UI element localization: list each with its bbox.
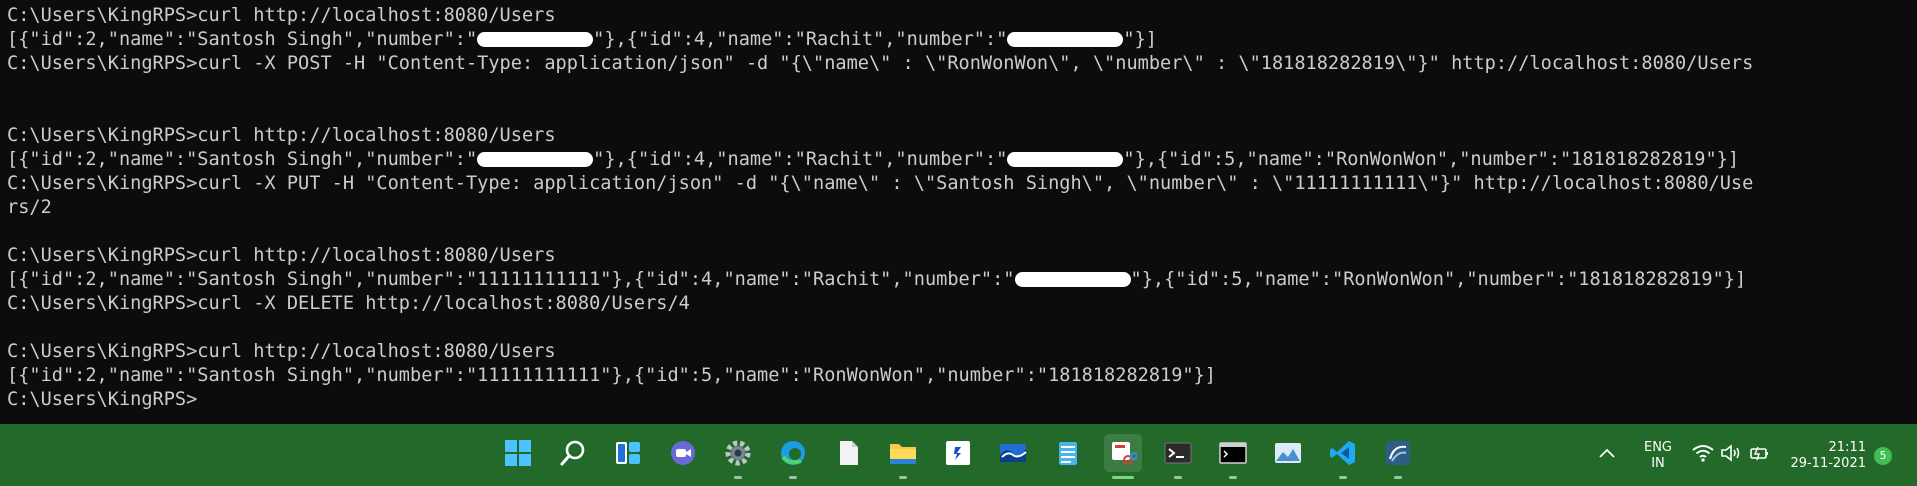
show-hidden-icons-button[interactable] [1594, 434, 1620, 472]
terminal-line: [{"id":2,"name":"Santosh Singh","number"… [7, 268, 1746, 292]
terminal-line: C:\Users\KingRPS>curl http://localhost:8… [7, 341, 556, 362]
running-indicator [1174, 476, 1182, 479]
running-indicator [789, 476, 797, 479]
line-text: "},{"id":5,"name":"RonWonWon","number":"… [1130, 269, 1747, 290]
terminal-line: rs/2 [7, 197, 52, 218]
edge-icon [781, 441, 805, 465]
running-indicator [899, 476, 907, 479]
chat-icon [671, 441, 695, 465]
line-text: "},{"id":5,"name":"RonWonWon","number":"… [1123, 149, 1740, 170]
vscode-button[interactable] [1324, 434, 1362, 472]
app-icon-2 [1386, 441, 1410, 465]
line-text: [{"id":2,"name":"Santosh Singh","number"… [7, 269, 1015, 290]
settings-button[interactable] [719, 434, 757, 472]
notification-badge[interactable]: 5 [1874, 447, 1892, 465]
file-explorer-button[interactable] [884, 434, 922, 472]
clock-date: 29-11-2021 [1790, 456, 1866, 471]
clock-time: 21:11 [1828, 440, 1866, 455]
region-code: IN [1651, 456, 1665, 471]
volume-icon [1721, 444, 1740, 462]
notepad-icon [1059, 442, 1077, 465]
cmd-button[interactable] [1214, 434, 1252, 472]
redaction-mark [1014, 272, 1131, 287]
snipping-tool-button[interactable] [1104, 434, 1142, 472]
app-button-2[interactable] [1379, 434, 1417, 472]
terminal-line: C:\Users\KingRPS>curl http://localhost:8… [7, 5, 556, 26]
mail-button[interactable] [994, 434, 1032, 472]
terminal-prompt[interactable]: C:\Users\KingRPS> [7, 388, 197, 412]
running-indicator [1339, 476, 1347, 479]
terminal-line: C:\Users\KingRPS>curl http://localhost:8… [7, 245, 556, 266]
redaction-mark [477, 152, 594, 167]
app-icon [946, 441, 970, 465]
search-icon [560, 440, 585, 466]
terminal-line: C:\Users\KingRPS>curl -X DELETE http://l… [7, 293, 690, 314]
start-button[interactable] [499, 434, 537, 472]
running-indicator [734, 476, 742, 479]
file-icon [840, 441, 858, 465]
terminal-window[interactable]: C:\Users\KingRPS>curl http://localhost:8… [0, 0, 1917, 424]
terminal-button[interactable] [1159, 434, 1197, 472]
line-text: [{"id":2,"name":"Santosh Singh","number"… [7, 149, 478, 170]
start-icon [505, 440, 531, 466]
wifi-icon [1692, 445, 1714, 462]
terminal-line: C:\Users\KingRPS>curl http://localhost:8… [7, 125, 556, 146]
redaction-mark [477, 32, 594, 47]
terminal-line: C:\Users\KingRPS>curl -X PUT -H "Content… [7, 173, 1754, 194]
edge-button[interactable] [774, 434, 812, 472]
battery-icon [1750, 446, 1768, 461]
widgets-button[interactable] [609, 434, 647, 472]
terminal-icon [1164, 442, 1192, 464]
language-indicator[interactable]: ENG IN [1640, 440, 1676, 472]
running-indicator [1229, 476, 1237, 479]
line-text: "}] [1123, 29, 1157, 50]
terminal-line: [{"id":2,"name":"Santosh Singh","number"… [7, 28, 1157, 52]
widgets-icon [616, 442, 640, 464]
terminal-line: [{"id":2,"name":"Santosh Singh","number"… [7, 148, 1739, 172]
terminal-line: C:\Users\KingRPS>curl -X POST -H "Conten… [7, 53, 1754, 74]
photos-icon [1275, 443, 1301, 463]
taskbar: ENG IN 21:11 29-11-2021 5 [0, 424, 1917, 486]
file-button[interactable] [829, 434, 867, 472]
quick-settings-button[interactable] [1690, 434, 1772, 472]
redaction-mark [1007, 152, 1124, 167]
snipping-tool-icon [1112, 442, 1137, 465]
cmd-icon [1219, 442, 1247, 464]
folder-icon [890, 444, 916, 464]
app-button[interactable] [939, 434, 977, 472]
active-indicator [1112, 476, 1134, 479]
chat-button[interactable] [664, 434, 702, 472]
line-text: [{"id":2,"name":"Santosh Singh","number"… [7, 29, 478, 50]
vscode-icon [1330, 441, 1355, 465]
notepad-button[interactable] [1049, 434, 1087, 472]
terminal-line: [{"id":2,"name":"Santosh Singh","number"… [7, 365, 1216, 386]
line-text: "},{"id":4,"name":"Rachit","number":" [593, 149, 1008, 170]
search-button[interactable] [554, 434, 592, 472]
clock[interactable]: 21:11 29-11-2021 [1786, 440, 1866, 472]
settings-icon [725, 440, 751, 466]
mail-icon [1000, 444, 1027, 462]
photos-button[interactable] [1269, 434, 1307, 472]
redaction-mark [1007, 32, 1124, 47]
language-code: ENG [1643, 440, 1672, 455]
line-text: "},{"id":4,"name":"Rachit","number":" [593, 29, 1008, 50]
chevron-up-icon [1599, 448, 1615, 458]
running-indicator [1394, 476, 1402, 479]
